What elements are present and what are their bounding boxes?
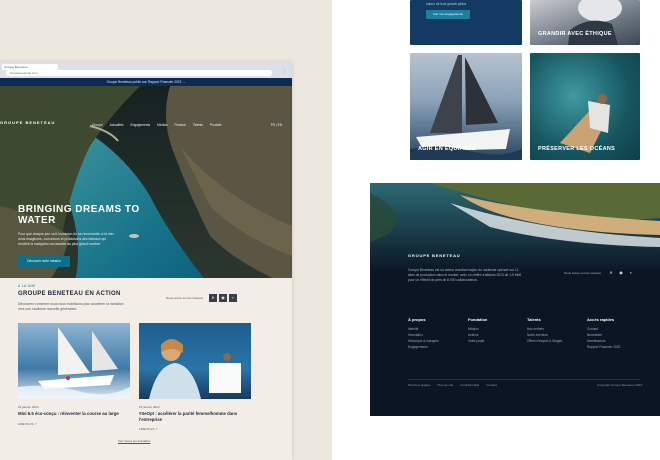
nav-item[interactable]: Engagements xyxy=(130,123,150,127)
card-image xyxy=(139,323,251,399)
x-icon[interactable]: ✕ xyxy=(607,269,615,277)
footer-legal: Mentions légales Plan du site Confidenti… xyxy=(408,383,497,387)
browser-menu-icon[interactable]: ⋮ xyxy=(282,69,287,75)
news-section: À LA UNE GROUPE BENETEAU EN ACTION Décou… xyxy=(0,278,292,460)
site-logo[interactable]: GROUPE BENETEAU xyxy=(0,120,55,125)
sailor-photo xyxy=(568,0,622,45)
nav-item[interactable]: Médias xyxy=(157,123,167,127)
news-card[interactable]: 31 janvier 2024 Mini 6.5 éco-conçu : réi… xyxy=(18,323,130,426)
sailboat-photo xyxy=(410,55,522,160)
tile-intro-text: autour de trois grands piliers xyxy=(426,2,467,6)
linkedin-icon[interactable]: ▪ xyxy=(229,294,238,302)
tile-label: AGIR EN ÉQUIPAGE xyxy=(418,146,476,152)
footer-col-title: À propos xyxy=(408,317,426,322)
footer-social: Nous suivre sur les réseaux ✕ ◉ ▪ xyxy=(564,269,635,277)
footer-col-talents: Talents Nos métiers Notre aventure Offre… xyxy=(527,317,562,344)
card-read-more[interactable]: LIRE PLUS ↗ xyxy=(18,422,130,426)
news-eyebrow: À LA UNE xyxy=(18,284,36,288)
x-icon[interactable]: ✕ xyxy=(209,294,218,302)
engagement-tile-intro[interactable]: autour de trois grands piliers Voir nos … xyxy=(410,0,522,45)
nav-item[interactable]: Talents xyxy=(193,123,203,127)
news-card[interactable]: 15 janvier 2024 #SeOpt : accélérer la pa… xyxy=(139,323,251,431)
card-title[interactable]: Mini 6.5 éco-conçu : réinventer la cours… xyxy=(18,411,130,417)
engagements-button[interactable]: Voir nos engagements xyxy=(426,10,470,19)
sailor-woman-photo xyxy=(149,339,241,399)
footer-brand[interactable]: GROUPE BENETEAU xyxy=(408,253,460,258)
tile-label: PRÉSERVER LES OCÉANS xyxy=(538,146,616,152)
footer-col-quick-access: Accès rapides Contact Newsletter Investi… xyxy=(587,317,620,350)
footer-link[interactable]: Votre projet xyxy=(468,338,487,344)
footer-link[interactable]: Rapport Financier 2023 xyxy=(587,344,620,350)
footer-col-title: Talents xyxy=(527,317,541,322)
read-more-label[interactable]: LIRE PLUS xyxy=(18,422,33,426)
engagement-tile-grandir[interactable]: GRANDIR AVEC ÉTHIQUE xyxy=(530,0,640,45)
news-lead: Découvrez comment nous nous mobilisons p… xyxy=(18,302,124,311)
address-bar[interactable]: beneteau-group.com xyxy=(6,70,272,76)
nav-item[interactable]: Actualités xyxy=(110,123,124,127)
news-social: Nous suivre sur les réseaux ✕ ◉ ▪ xyxy=(166,294,238,302)
legal-link[interactable]: Mentions légales xyxy=(408,383,431,387)
hero-cta-button[interactable]: Découvrir notre mission xyxy=(18,256,70,267)
nav-item[interactable]: Groupe xyxy=(92,123,103,127)
browser-window: Groupe Beneteau beneteau-group.com ⋮ Gro… xyxy=(0,62,292,460)
sailing-race-photo xyxy=(18,327,130,399)
card-title[interactable]: #SeOpt : accélérer la parité femme/homme… xyxy=(139,411,251,422)
footer-col-foundation: Fondation Mission Actions Votre projet xyxy=(468,317,487,344)
footer-col-title: Accès rapides xyxy=(587,317,615,322)
engagement-tile-preserver[interactable]: PRÉSERVER LES OCÉANS xyxy=(530,53,640,160)
nav-item[interactable]: Produits xyxy=(210,123,222,127)
engagement-tile-agir[interactable]: AGIR EN ÉQUIPAGE xyxy=(410,53,522,160)
instagram-icon[interactable]: ◉ xyxy=(219,294,228,302)
external-link-icon: ↗ xyxy=(155,427,158,431)
card-image xyxy=(18,323,130,399)
card-date: 31 janvier 2024 xyxy=(18,405,39,409)
hero-lead: Pour que chaque jour soit l'occasion de … xyxy=(18,232,115,246)
footer-link[interactable]: Offres d'emploi & Stages xyxy=(527,338,562,344)
announcement-bar[interactable]: Groupe Beneteau publie son Rapport Finan… xyxy=(0,78,292,86)
card-read-more[interactable]: LIRE PLUS ↗ xyxy=(139,427,251,431)
all-news-link[interactable]: Voir toutes les actualités xyxy=(118,439,150,443)
linkedin-icon[interactable]: ▪ xyxy=(627,269,635,277)
footer-description: Groupe Beneteau est un acteur mondial ma… xyxy=(408,268,522,282)
footer-follow-label: Nous suivre sur les réseaux xyxy=(564,271,602,275)
read-more-label[interactable]: LIRE PLUS xyxy=(139,427,154,431)
language-switcher[interactable]: FR | EN xyxy=(271,123,282,127)
follow-label: Nous suivre sur les réseaux xyxy=(166,296,204,300)
footer-col-about: À propos Identité Innovation Historique … xyxy=(408,317,439,350)
legal-link[interactable]: Confidentialité xyxy=(460,383,479,387)
card-date: 15 janvier 2024 xyxy=(139,405,160,409)
hero-title: BRINGING DREAMS TO WATER xyxy=(18,204,140,226)
footer-col-title: Fondation xyxy=(468,317,488,322)
site-footer: GROUPE BENETEAU Groupe Beneteau est un a… xyxy=(370,183,660,416)
nav-item[interactable]: Finance xyxy=(174,123,185,127)
legal-link[interactable]: Plan du site xyxy=(438,383,454,387)
footer-link[interactable]: Engagements xyxy=(408,344,439,350)
footer-copyright: Copyright Groupe Beneteau 2024 xyxy=(597,383,642,387)
diver-photo xyxy=(560,94,610,153)
main-nav: Groupe Actualités Engagements Médias Fin… xyxy=(92,123,222,127)
external-link-icon: ↗ xyxy=(34,421,37,426)
legal-link[interactable]: Cookies xyxy=(486,383,497,387)
news-title: GROUPE BENETEAU EN ACTION xyxy=(18,291,121,297)
browser-chrome: Groupe Beneteau beneteau-group.com ⋮ xyxy=(0,62,292,78)
footer-divider xyxy=(408,379,640,380)
tile-label: GRANDIR AVEC ÉTHIQUE xyxy=(538,31,612,37)
coast-aerial-photo xyxy=(370,183,660,273)
instagram-icon[interactable]: ◉ xyxy=(617,269,625,277)
